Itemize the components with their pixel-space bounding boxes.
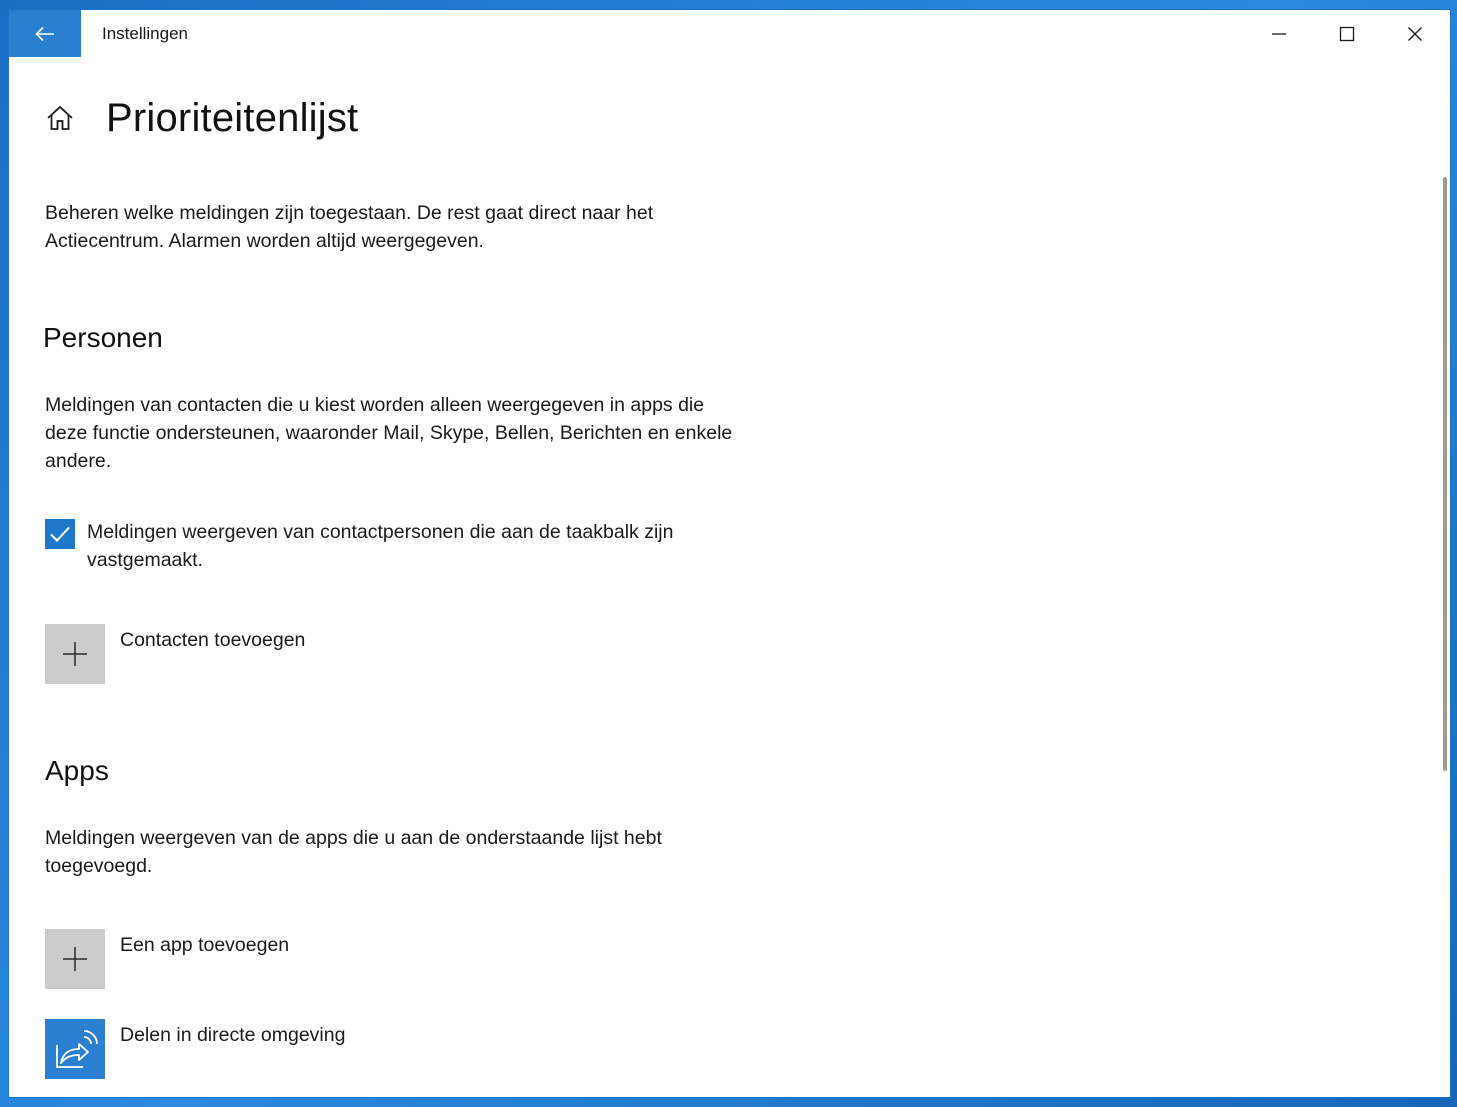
page-title: Prioriteitenlijst xyxy=(106,95,359,140)
add-contacts-label: Contacten toevoegen xyxy=(120,629,306,651)
back-button[interactable] xyxy=(9,10,81,57)
nearby-share-tile xyxy=(45,1019,105,1079)
settings-window: Instellingen Prioriteitenlijst Beheren w… xyxy=(9,10,1450,1097)
pinned-contacts-checkbox-label: Meldingen weergeven van contactpersonen … xyxy=(87,521,674,571)
intro-text: Beheren welke meldingen zijn toegestaan.… xyxy=(45,202,654,252)
vertical-scrollbar[interactable] xyxy=(1443,177,1447,771)
pinned-contacts-checkbox[interactable] xyxy=(45,519,75,549)
add-app-button[interactable]: Een app toevoegen xyxy=(45,929,289,989)
home-button[interactable] xyxy=(44,102,76,134)
app-list-item[interactable]: Delen in directe omgeving xyxy=(45,1019,345,1079)
personen-description: Meldingen van contacten die u kiest word… xyxy=(45,394,733,472)
page-header: Prioriteitenlijst xyxy=(44,88,358,148)
maximize-icon xyxy=(1339,26,1355,41)
minimize-icon xyxy=(1272,32,1286,35)
add-contacts-button[interactable]: Contacten toevoegen xyxy=(45,624,305,684)
desktop-background: Instellingen Prioriteitenlijst Beheren w… xyxy=(0,0,1457,1107)
nearby-share-icon xyxy=(56,1030,98,1068)
apps-description: Meldingen weergeven van de apps die u aa… xyxy=(45,827,662,877)
checkmark-icon xyxy=(50,526,70,542)
add-contacts-tile xyxy=(45,624,105,684)
window-title: Instellingen xyxy=(102,24,189,43)
close-icon xyxy=(1408,26,1422,41)
section-heading-apps: Apps xyxy=(45,755,109,786)
title-bar: Instellingen xyxy=(9,10,1450,57)
add-app-tile xyxy=(45,929,105,989)
section-heading-personen: Personen xyxy=(43,322,163,353)
pinned-contacts-checkbox-row[interactable]: Meldingen weergeven van contactpersonen … xyxy=(45,518,745,574)
minimize-button[interactable] xyxy=(1245,10,1313,57)
plus-icon xyxy=(63,947,87,971)
home-icon xyxy=(47,105,73,130)
plus-icon xyxy=(63,642,87,666)
add-app-label: Een app toevoegen xyxy=(120,934,290,956)
back-arrow-icon xyxy=(35,26,54,41)
nearby-share-label: Delen in directe omgeving xyxy=(120,1024,346,1046)
close-button[interactable] xyxy=(1381,10,1449,57)
maximize-button[interactable] xyxy=(1313,10,1381,57)
